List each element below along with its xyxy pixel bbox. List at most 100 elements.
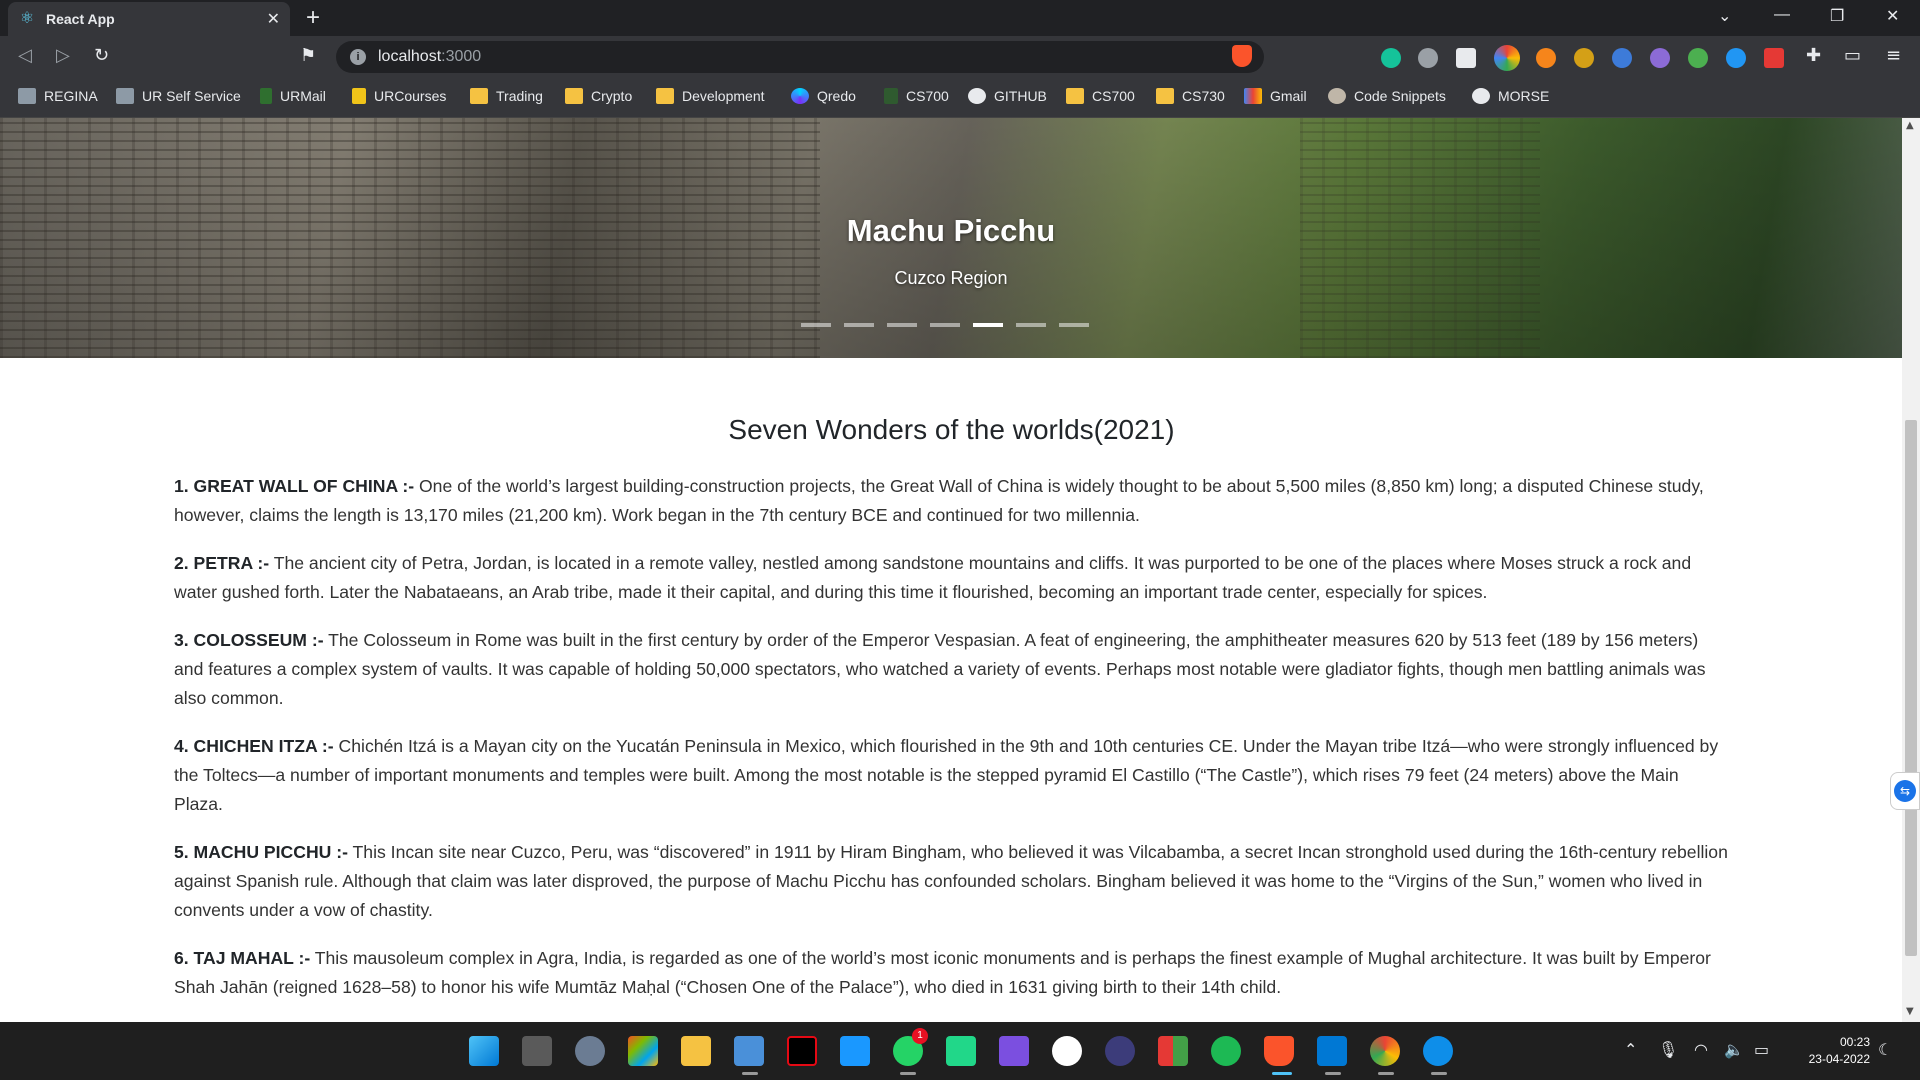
extension-icon[interactable] <box>1726 48 1746 68</box>
tab-search-icon[interactable]: ⌄ <box>1718 6 1731 26</box>
menu-icon[interactable]: ≡ <box>1886 45 1901 66</box>
chrome-icon[interactable] <box>1370 1036 1400 1066</box>
extension-icon[interactable] <box>1456 48 1476 68</box>
system-clock[interactable]: 00:23 23-04-2022 <box>1790 1034 1870 1068</box>
extensions-puzzle-icon[interactable]: ✚ <box>1806 45 1821 66</box>
intellij-icon[interactable] <box>999 1036 1029 1066</box>
folder-icon <box>470 88 488 104</box>
battery-icon[interactable]: ▭ <box>1754 1040 1769 1059</box>
pycharm-icon[interactable] <box>946 1036 976 1066</box>
wonder-item: 6. TAJ MAHAL :- This mausoleum complex i… <box>174 944 1729 1002</box>
back-icon[interactable]: ◁ <box>18 45 32 66</box>
extension-icon[interactable] <box>1650 48 1670 68</box>
bookmark-urmail[interactable]: URMail <box>260 88 326 104</box>
restore-button[interactable]: ❐ <box>1830 6 1844 26</box>
carousel-indicator[interactable] <box>1016 323 1046 327</box>
extension-icon[interactable] <box>1764 48 1784 68</box>
file-explorer-icon[interactable] <box>681 1036 711 1066</box>
wifi-icon[interactable]: ◠ <box>1694 1040 1708 1059</box>
scroll-up-icon[interactable]: ▲ <box>1906 120 1914 131</box>
bookmark-regina[interactable]: REGINA <box>18 88 98 104</box>
running-app-indicator <box>900 1072 916 1075</box>
tab-react-app[interactable]: ⚛ React App ✕ <box>8 2 290 36</box>
reload-icon[interactable]: ↻ <box>94 45 109 66</box>
vscode-icon[interactable] <box>1317 1036 1347 1066</box>
bookmark-qredo[interactable]: Qredo <box>791 88 856 104</box>
task-view-icon[interactable] <box>522 1036 552 1066</box>
site-info-icon[interactable]: i <box>350 49 366 65</box>
extension-icon[interactable] <box>1612 48 1632 68</box>
metamask-icon[interactable] <box>1536 48 1556 68</box>
forward-icon[interactable]: ▷ <box>56 45 70 66</box>
new-tab-button[interactable]: + <box>306 4 320 32</box>
side-widget-tab[interactable]: ⇆ <box>1890 772 1920 810</box>
carousel-indicator[interactable] <box>930 323 960 327</box>
carousel-indicator[interactable] <box>973 323 1003 327</box>
notifications-icon[interactable]: ☾ <box>1878 1040 1892 1059</box>
bookmark-urcourses[interactable]: URCourses <box>352 88 446 104</box>
app-icon[interactable] <box>1158 1036 1188 1066</box>
carousel-indicator[interactable] <box>1059 323 1089 327</box>
bookmark-gmail[interactable]: Gmail <box>1244 88 1307 104</box>
extension-icon[interactable] <box>1418 48 1438 68</box>
folder-icon <box>1066 88 1084 104</box>
bookmark-trading[interactable]: Trading <box>470 88 543 104</box>
netflix-icon[interactable] <box>787 1036 817 1066</box>
bookmark-cs700[interactable]: CS700 <box>884 88 949 104</box>
store-icon[interactable] <box>628 1036 658 1066</box>
show-hidden-icons-icon[interactable]: ⌃ <box>1624 1040 1637 1059</box>
react-icon: ⚛ <box>19 10 35 27</box>
start-icon[interactable] <box>469 1036 499 1066</box>
microphone-icon[interactable]: 🎙 <box>1658 1040 1678 1059</box>
urcourses-icon <box>352 88 366 104</box>
brave-shields-icon[interactable] <box>1232 45 1252 67</box>
word-icon[interactable] <box>1052 1036 1082 1066</box>
bookmark-morse[interactable]: MORSE <box>1472 88 1549 104</box>
scrollbar-thumb[interactable] <box>1905 420 1917 956</box>
browser-tab-bar: ⚛ React App ✕ + ⌄ — ❐ ✕ <box>0 0 1920 36</box>
extension-icon[interactable] <box>1688 48 1708 68</box>
wonder-name: 3. COLOSSEUM :- <box>174 630 324 650</box>
page-scrollbar[interactable]: ▲ ▼ <box>1902 118 1920 1022</box>
bookmark-development[interactable]: Development <box>656 88 765 104</box>
bookmark-code-snippets[interactable]: Code Snippets <box>1328 88 1446 104</box>
wallet-icon[interactable]: ▭ <box>1844 45 1861 66</box>
color-picker-icon[interactable] <box>1494 45 1520 71</box>
wonder-description: This Incan site near Cuzco, Peru, was “d… <box>174 842 1728 920</box>
address-port: :3000 <box>441 48 482 65</box>
prime-video-icon[interactable] <box>840 1036 870 1066</box>
bookmark-crypto[interactable]: Crypto <box>565 88 632 104</box>
extension-icon[interactable] <box>1574 48 1594 68</box>
wonder-item: 5. MACHU PICCHU :- This Incan site near … <box>174 838 1729 925</box>
bookmark-cs730[interactable]: CS730 <box>1156 88 1225 104</box>
photos-icon[interactable] <box>734 1036 764 1066</box>
address-bar[interactable]: i localhost:3000 <box>336 41 1264 73</box>
close-tab-icon[interactable]: ✕ <box>267 9 280 29</box>
scroll-down-icon[interactable]: ▼ <box>1906 1006 1914 1017</box>
wonder-name: 6. TAJ MAHAL :- <box>174 948 311 968</box>
whatsapp-notification-badge: 1 <box>912 1028 928 1044</box>
main-content: Seven Wonders of the worlds(2021) 1. GRE… <box>174 414 1729 1021</box>
bookmark-cs700-folder[interactable]: CS700 <box>1066 88 1135 104</box>
folder-icon <box>656 88 674 104</box>
carousel-indicator[interactable] <box>844 323 874 327</box>
carousel-indicator[interactable] <box>801 323 831 327</box>
folder-icon <box>565 88 583 104</box>
carousel-indicator[interactable] <box>887 323 917 327</box>
wonder-name: 5. MACHU PICCHU :- <box>174 842 348 862</box>
grammarly-icon[interactable] <box>1381 48 1401 68</box>
teamviewer-icon[interactable] <box>1423 1036 1453 1066</box>
wonder-name: 1. GREAT WALL OF CHINA :- <box>174 476 415 496</box>
volume-icon[interactable]: 🔈 <box>1724 1040 1744 1059</box>
windows-taskbar: ⌃ 🎙 ◠ 🔈 ▭ 00:23 23-04-2022 ☾ <box>0 1022 1920 1080</box>
bookmark-ur-self-service[interactable]: UR Self Service <box>116 88 241 104</box>
spotify-icon[interactable] <box>1211 1036 1241 1066</box>
bookmark-icon[interactable]: ⚑ <box>300 45 316 66</box>
close-window-button[interactable]: ✕ <box>1886 6 1899 26</box>
bookmark-github[interactable]: GITHUB <box>968 88 1047 104</box>
brave-icon[interactable] <box>1264 1036 1294 1066</box>
minimize-button[interactable]: — <box>1774 6 1790 24</box>
carousel[interactable]: Machu Picchu Cuzco Region <box>0 118 1902 358</box>
eclipse-icon[interactable] <box>1105 1036 1135 1066</box>
settings-icon[interactable] <box>575 1036 605 1066</box>
